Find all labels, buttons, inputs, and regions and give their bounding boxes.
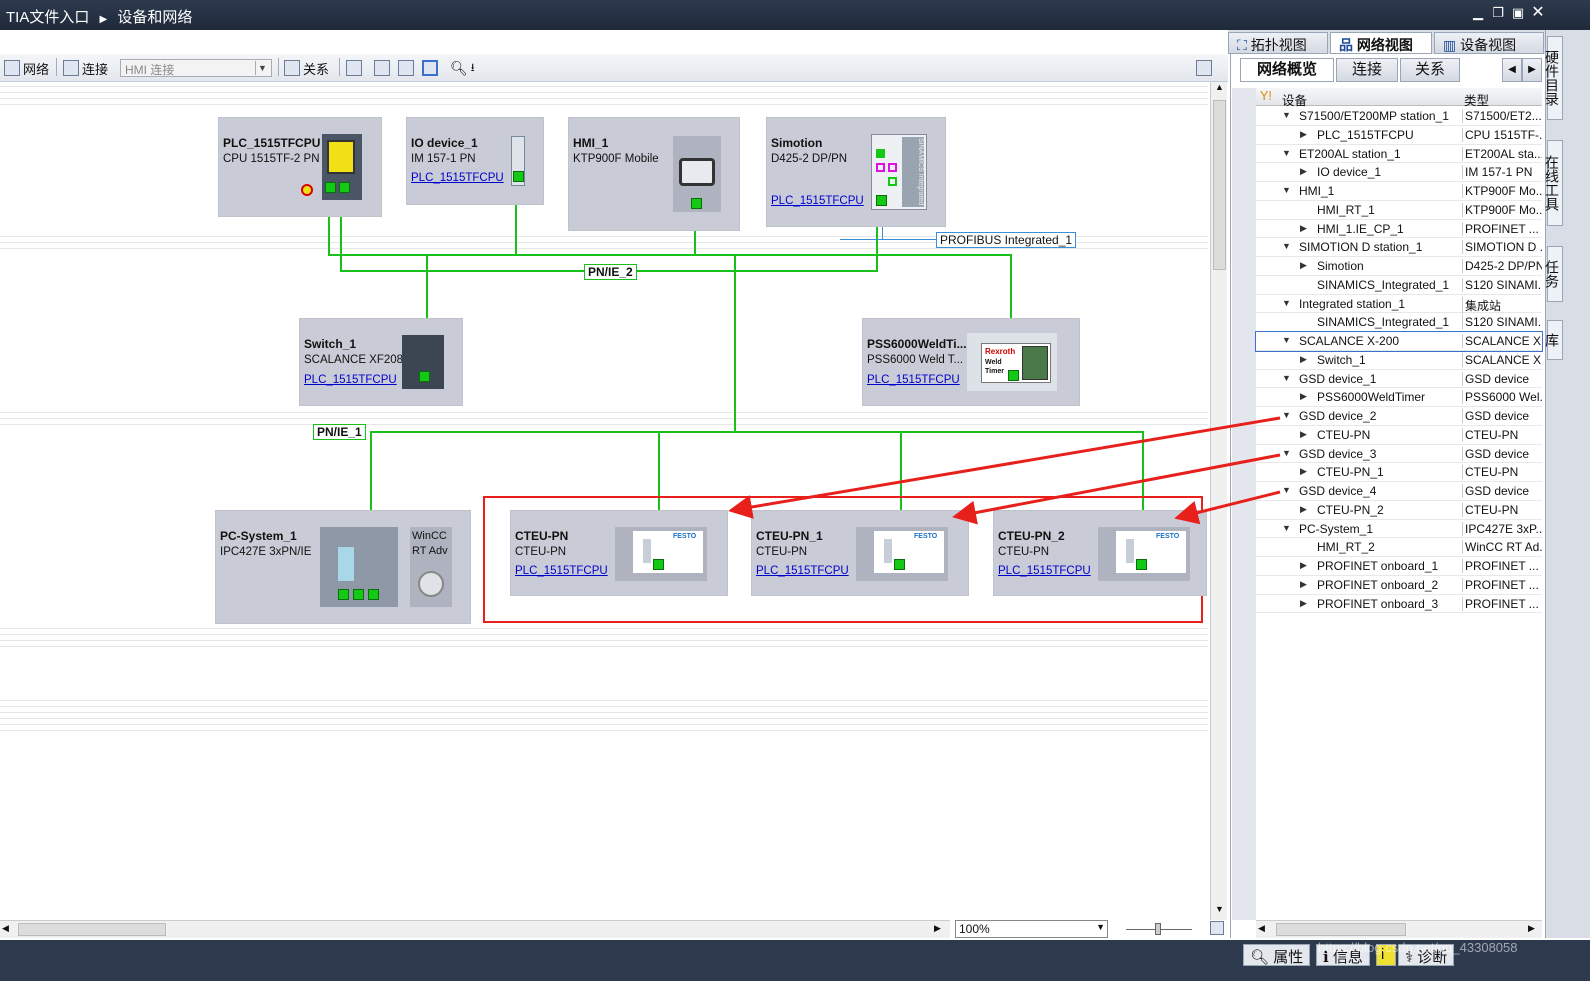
arrow-1 — [728, 416, 1281, 519]
annotation-arrows — [728, 416, 1281, 525]
properties-button[interactable]: 🔍︎ 属性 — [1243, 944, 1311, 966]
watermark: https://blog.csdn.net/qq_43308058 — [1318, 940, 1518, 955]
arrow-3 — [1174, 490, 1281, 525]
properties-icon: 🔍︎ — [1250, 949, 1274, 966]
